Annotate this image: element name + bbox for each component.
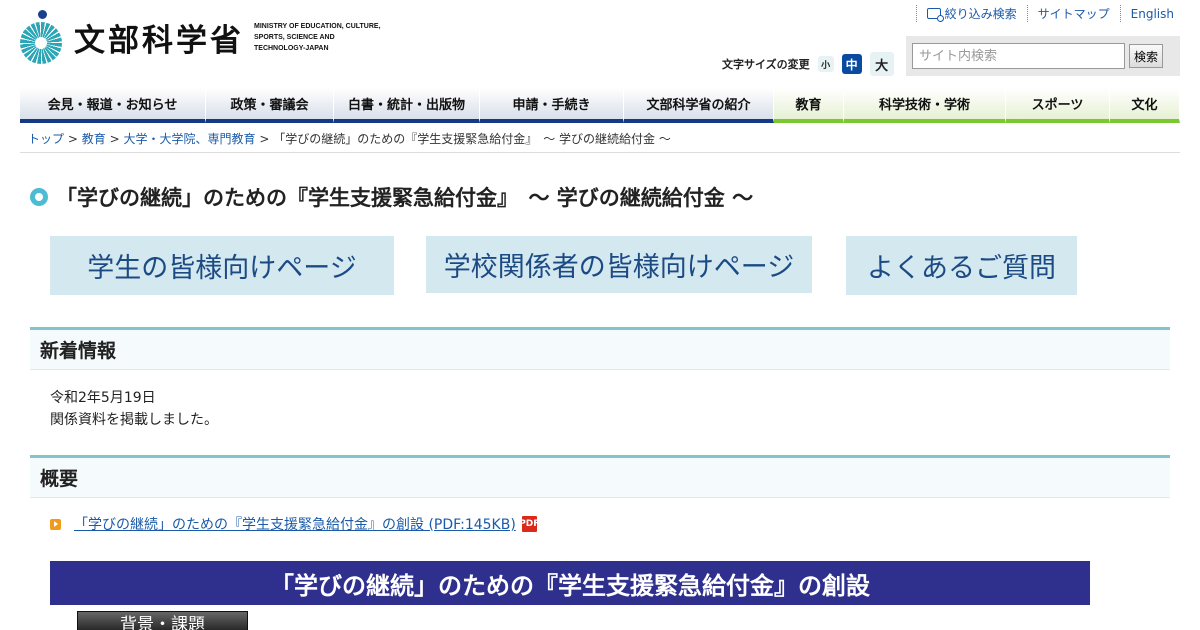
logo-name: 文部科学省 [74, 22, 244, 59]
english-link[interactable]: English [1119, 5, 1184, 22]
page-title: 「学びの継続」のための『学生支援緊急給付金』 ～ 学びの継続給付金 ～ [56, 186, 754, 210]
document-banner: 「学びの継続」のための『学生支援緊急給付金』の創設 [50, 561, 1090, 605]
font-size-medium-button[interactable]: 中 [841, 54, 862, 74]
sitemap-link[interactable]: サイトマップ [1026, 5, 1120, 22]
breadcrumb-top[interactable]: トップ [28, 132, 64, 146]
breadcrumb-university[interactable]: 大学・大学院、専門教育 [123, 132, 255, 146]
mext-logo-icon [20, 10, 64, 64]
pdf-icon: PDF [519, 516, 539, 532]
search-button[interactable]: 検索 [1129, 44, 1164, 68]
nav-item-education[interactable]: 教育 [774, 88, 844, 123]
faq-button[interactable]: よくあるご質問 [846, 236, 1077, 295]
nav-item-about[interactable]: 文部科学省の紹介 [624, 88, 774, 123]
news-content: 令和2年5月19日 関係資料を掲載しました。 [50, 387, 218, 431]
logo-english: MINISTRY OF EDUCATION, CULTURE, SPORTS, … [254, 22, 381, 52]
arrow-bullet-icon [50, 518, 61, 530]
nav-item-policy[interactable]: 政策・審議会 [206, 88, 334, 123]
filter-search-link[interactable]: 絞り込み検索 [915, 5, 1027, 22]
title-bullet-icon [30, 188, 48, 206]
breadcrumb-separator: > [67, 132, 78, 146]
nav-item-press[interactable]: 会見・報道・お知らせ [20, 88, 206, 123]
page-title-row: 「学びの継続」のための『学生支援緊急給付金』 ～ 学びの継続給付金 ～ [30, 182, 753, 212]
font-size-small-button[interactable]: 小 [817, 56, 834, 72]
nav-item-applications[interactable]: 申請・手続き [480, 88, 624, 123]
school-staff-page-button[interactable]: 学校関係者の皆様向けページ [426, 236, 812, 293]
font-size-label: 文字サイズの変更 [722, 58, 810, 71]
global-nav: 会見・報道・お知らせ 政策・審議会 白書・統計・出版物 申請・手続き 文部科学省… [20, 88, 1180, 123]
breadcrumb-current: 「学びの継続」のための『学生支援緊急給付金』 ～ 学びの継続給付金 ～ [273, 132, 671, 146]
nav-item-publications[interactable]: 白書・統計・出版物 [334, 88, 480, 123]
nav-item-sports[interactable]: スポーツ [1006, 88, 1110, 123]
font-size-large-button[interactable]: 大 [869, 52, 894, 76]
site-logo[interactable]: 文部科学省 MINISTRY OF EDUCATION, CULTURE, SP… [20, 10, 384, 64]
overview-pdf-link[interactable]: 「学びの継続」のための『学生支援緊急給付金』の創設 (PDF:145KB) [74, 514, 516, 534]
filter-search-label: 絞り込み検索 [944, 7, 1017, 21]
breadcrumb-education[interactable]: 教育 [82, 132, 106, 146]
search-input[interactable] [912, 43, 1125, 69]
news-heading: 新着情報 [30, 327, 1170, 370]
site-search: 検索 [906, 36, 1180, 76]
background-issues-tag: 背景・課題 [77, 611, 248, 630]
overview-document-item: 「学びの継続」のための『学生支援緊急給付金』の創設 (PDF:145KB) PD… [50, 514, 539, 534]
overview-heading: 概要 [30, 455, 1170, 498]
breadcrumb-separator: > [259, 132, 270, 146]
font-size-control: 文字サイズの変更 小 中 大 [722, 52, 894, 76]
nav-item-science[interactable]: 科学技術・学術 [844, 88, 1006, 123]
breadcrumb: トップ > 教育 > 大学・大学院、専門教育 > 「学びの継続」のための『学生支… [28, 130, 671, 147]
breadcrumb-divider [20, 152, 1180, 153]
news-text: 関係資料を掲載しました。 [50, 412, 218, 428]
breadcrumb-separator: > [109, 132, 120, 146]
students-page-button[interactable]: 学生の皆様向けページ [50, 236, 394, 295]
search-filter-icon [926, 8, 944, 22]
nav-item-culture[interactable]: 文化 [1110, 88, 1180, 123]
news-date: 令和2年5月19日 [50, 390, 156, 406]
utility-links: 絞り込み検索 サイトマップ English [915, 5, 1184, 22]
